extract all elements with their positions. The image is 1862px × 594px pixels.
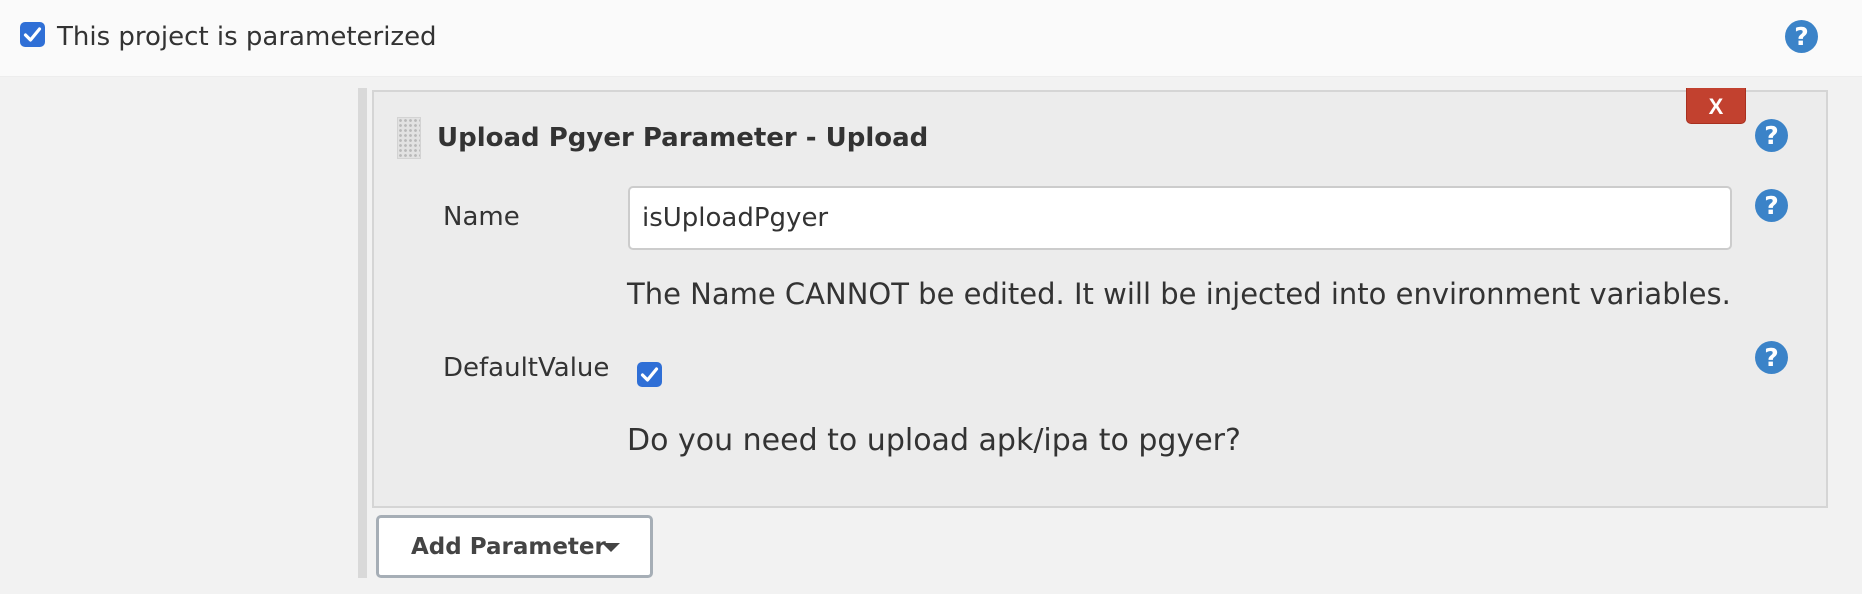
question-mark-icon[interactable]: ? [1755,341,1788,374]
question-mark-icon[interactable]: ? [1785,20,1818,53]
add-parameter-label: Add Parameter [411,534,606,560]
name-field[interactable] [628,186,1732,250]
checkmark-icon [23,27,42,42]
parameterized-checkbox[interactable] [20,22,45,47]
parameterized-label: This project is parameterized [57,22,437,52]
default-value-description: Do you need to upload apk/ipa to pgyer? [627,423,1241,458]
question-mark-icon[interactable]: ? [1755,189,1788,222]
drag-handle-icon[interactable] [397,117,421,159]
question-mark-icon[interactable]: ? [1755,119,1788,152]
name-description: The Name CANNOT be edited. It will be in… [627,277,1731,311]
add-parameter-button[interactable]: Add Parameter [376,515,653,578]
parameter-title: Upload Pgyer Parameter - Upload [437,123,929,153]
default-value-checkbox[interactable] [637,362,662,387]
parameterized-row: This project is parameterized ? [0,0,1862,77]
default-value-label: DefaultValue [443,353,610,383]
caret-down-icon [602,543,620,552]
checkmark-icon [640,367,659,382]
delete-parameter-button[interactable]: X [1686,88,1746,124]
section-indent-bar [358,88,367,578]
name-label: Name [443,202,520,232]
